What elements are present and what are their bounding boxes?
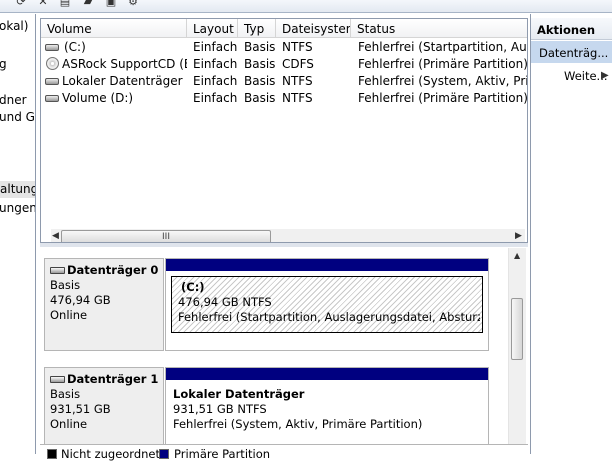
status-cell: Fehlerfrei (Primäre Partition) (358, 57, 528, 71)
vertical-scrollbar[interactable]: ▲ (508, 248, 526, 453)
navigation-tree: okal) g dner und Gru altung ungen (0, 14, 36, 454)
typ-cell: Basis (244, 57, 276, 71)
tree-item[interactable]: okal) (0, 19, 28, 33)
volume-cell: Lokaler Datenträger (62, 74, 183, 88)
tree-item[interactable]: ungen (0, 201, 35, 215)
partition-name: Lokaler Datenträger (173, 387, 305, 401)
tree-item[interactable]: g (0, 57, 7, 71)
cd-icon (46, 57, 59, 70)
volume-list: Volume Layout Typ Dateisystem Status (C:… (40, 18, 528, 256)
disk-type: Basis (50, 387, 81, 401)
disk-title: Datenträger 0 (50, 263, 163, 278)
partition-status: Fehlerfrei (Startpartition, Auslagerungs… (178, 310, 480, 324)
tree-item[interactable]: dner (0, 93, 27, 107)
disk-partitions-0: (C:) 476,94 GB NTFS Fehlerfrei (Startpar… (165, 258, 489, 351)
console-icon[interactable]: ▤ (58, 0, 72, 9)
refresh-icon[interactable]: ⟳ (14, 0, 28, 9)
fs-cell: NTFS (282, 40, 313, 54)
scrollbar-thumb[interactable] (511, 298, 523, 360)
typ-cell: Basis (244, 74, 276, 88)
disk-name: Datenträger 0 (67, 263, 159, 277)
partition-bar (166, 259, 488, 271)
partition-name: (C:) (181, 280, 205, 294)
fs-cell: NTFS (282, 91, 313, 105)
column-header-typ[interactable]: Typ (238, 19, 276, 38)
disk-state: Online (50, 417, 88, 431)
table-row[interactable]: (C:) Einfach Basis NTFS Fehlerfrei (Star… (41, 39, 527, 56)
typ-cell: Basis (244, 40, 276, 54)
disk-size: 931,51 GB (50, 402, 111, 416)
volume-cell: (C:) (64, 40, 86, 54)
fs-cell: CDFS (282, 57, 314, 71)
status-cell: Fehlerfrei (Startpartition, Auslag (358, 40, 527, 54)
legend-primary: Primäre Partition (174, 447, 271, 461)
disk-info-0[interactable]: Datenträger 0 Basis 476,94 GB Online (44, 258, 164, 351)
drive-icon (45, 78, 59, 85)
table-row[interactable]: ASRock SupportCD (E:) Einfach Basis CDFS… (41, 56, 528, 73)
disk-partitions-1: Lokaler Datenträger 931,51 GB NTFS Fehle… (165, 367, 489, 455)
table-row[interactable]: Volume (D:) Einfach Basis NTFS Fehlerfre… (41, 90, 528, 107)
typ-cell: Basis (244, 91, 276, 105)
tree-item[interactable]: und Gru (0, 110, 35, 124)
actions-title: Aktionen (531, 18, 612, 40)
layout-cell: Einfach (193, 91, 238, 105)
actions-section[interactable]: Datenträg... (531, 41, 612, 63)
primary-swatch (159, 449, 169, 459)
partition-local[interactable]: Lokaler Datenträger 931,51 GB NTFS Fehle… (171, 384, 483, 438)
disk-size: 476,94 GB (50, 293, 111, 307)
layout-cell: Einfach (193, 74, 238, 88)
partition-size: 931,51 GB NTFS (173, 402, 267, 416)
disk-type: Basis (50, 278, 81, 292)
hard-disk-icon (50, 376, 65, 383)
disk-info-1[interactable]: Datenträger 1 Basis 931,51 GB Online (44, 367, 164, 455)
column-header-volume[interactable]: Volume (41, 19, 187, 38)
scroll-left-icon[interactable]: ◀ (52, 231, 59, 241)
fs-cell: NTFS (282, 74, 313, 88)
chevron-right-icon[interactable]: ▶ (601, 70, 609, 81)
status-cell: Fehlerfrei (Primäre Partition) (358, 91, 528, 105)
legend: Nicht zugeordnet Primäre Partition (40, 444, 528, 468)
status-cell: Fehlerfrei (System, Aktiv, Primär (358, 74, 528, 88)
settings-icon[interactable]: ⚙ (126, 0, 140, 9)
folder-icon[interactable]: ▰ (81, 0, 95, 9)
partition-size: 476,94 GB NTFS (178, 295, 272, 309)
layout-cell: Einfach (193, 40, 238, 54)
unallocated-swatch (47, 449, 57, 459)
disk-state: Online (50, 308, 88, 322)
legend-unallocated: Nicht zugeordnet (61, 447, 161, 461)
volume-cell: Volume (D:) (62, 91, 134, 105)
actions-pane: Aktionen Datenträg... Weite... ▶ (530, 14, 612, 454)
volume-cell: ASRock SupportCD (E:) (62, 57, 187, 71)
partition-status: Fehlerfrei (System, Aktiv, Primäre Parti… (173, 417, 423, 431)
scroll-right-icon[interactable]: ▶ (515, 231, 522, 241)
cut-icon[interactable]: ✕ (36, 0, 50, 9)
image-icon[interactable]: ▣ (104, 0, 118, 9)
partition-bar (166, 368, 488, 380)
toolbar: ⟳ ✕ ▤ ▰ ▣ ⚙ (0, 0, 612, 13)
scroll-up-icon[interactable]: ▲ (514, 251, 520, 260)
tree-item-label: altung (0, 182, 36, 196)
partition-c[interactable]: (C:) 476,94 GB NTFS Fehlerfrei (Startpar… (171, 276, 483, 333)
column-header-layout[interactable]: Layout (187, 19, 238, 38)
drive-icon (45, 95, 59, 102)
column-header-status[interactable]: Status (351, 19, 527, 38)
drive-icon (45, 44, 59, 51)
layout-cell: Einfach (193, 57, 238, 71)
hard-disk-icon (50, 267, 65, 274)
disk-name: Datenträger 1 (67, 372, 159, 386)
table-row[interactable]: Lokaler Datenträger Einfach Basis NTFS F… (41, 73, 528, 90)
tree-item-selected[interactable]: altung (0, 181, 36, 198)
disk-graphical-view: Datenträger 0 Basis 476,94 GB Online (C:… (40, 247, 528, 455)
main-panel: Volume Layout Typ Dateisystem Status (C:… (40, 14, 528, 468)
column-header-dateisystem[interactable]: Dateisystem (276, 19, 351, 38)
disk-title: Datenträger 1 (50, 372, 163, 387)
